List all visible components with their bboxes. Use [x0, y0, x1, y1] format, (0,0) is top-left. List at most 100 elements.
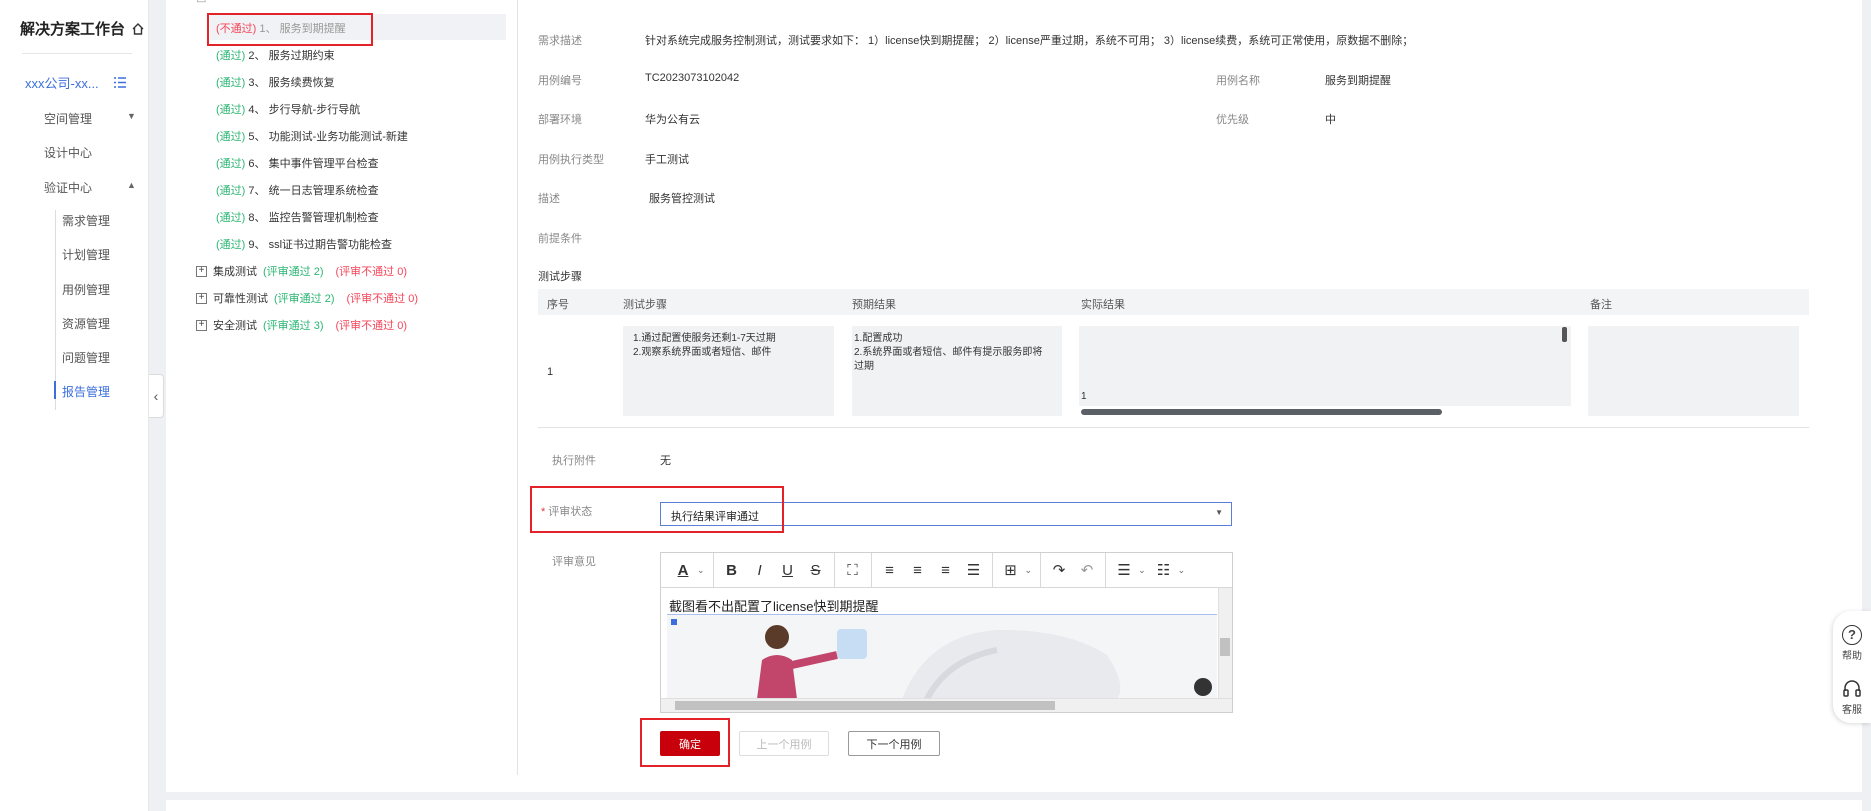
- sidebar-item-space[interactable]: 空间管理: [44, 110, 92, 127]
- tree-group-integration[interactable]: + 集成测试 (评审通过 2) (评审不通过 0): [196, 263, 407, 279]
- expand-icon[interactable]: +: [196, 292, 207, 304]
- bullet-list-icon[interactable]: ☰: [1110, 561, 1138, 579]
- expand-icon[interactable]: +: [196, 319, 207, 331]
- case-name: 9、 ssl证书过期告警功能检查: [248, 239, 393, 251]
- prev-case-button[interactable]: 上一个用例: [739, 731, 829, 756]
- tree-case-2[interactable]: (通过) 2、 服务过期约束: [216, 47, 335, 63]
- customer-service-button[interactable]: 客服: [1833, 679, 1871, 716]
- tree-case-6[interactable]: (通过) 6、 集中事件管理平台检查: [216, 155, 379, 171]
- tree-case-7[interactable]: (通过) 7、 统一日志管理系统检查: [216, 182, 379, 198]
- workspace-title-text: 解决方案工作台: [20, 21, 126, 38]
- sidebar-divider: [22, 53, 132, 54]
- help-label: 帮助: [1842, 651, 1862, 662]
- priority-value: 中: [1325, 114, 1336, 126]
- priority-label: 优先级: [1216, 114, 1249, 126]
- company-name: xxx公司-xx...: [25, 76, 99, 91]
- undo-icon[interactable]: ↶: [1073, 561, 1101, 579]
- active-indicator: [54, 381, 56, 399]
- align-left-icon[interactable]: ≡: [876, 562, 904, 579]
- sidebar-item-resources[interactable]: 资源管理: [62, 315, 110, 332]
- group-failed-count: (评审不通过 0): [335, 320, 408, 332]
- headset-icon: [1843, 680, 1861, 697]
- env-label: 部署环境: [538, 114, 582, 126]
- actual-result-input[interactable]: 1: [1079, 326, 1571, 406]
- editor-horizontal-scrollbar[interactable]: [661, 698, 1232, 712]
- tree-case-9[interactable]: (通过) 9、 ssl证书过期告警功能检查: [216, 236, 392, 252]
- actual-result-vscroll[interactable]: [1562, 327, 1567, 342]
- case-name: 7、 统一日志管理系统检查: [248, 185, 379, 197]
- case-name-label: 用例名称: [1216, 75, 1260, 87]
- step-line: 2.观察系统界面或者短信、邮件: [633, 347, 772, 358]
- fullscreen-icon[interactable]: ⛶: [839, 562, 867, 579]
- tree-case-4[interactable]: (通过) 4、 步行导航-步行导航: [216, 101, 360, 117]
- review-comment-label: 评审意见: [552, 556, 596, 568]
- list-icon[interactable]: [113, 76, 127, 89]
- tree-group-security[interactable]: + 安全测试 (评审通过 3) (评审不通过 0): [196, 317, 407, 333]
- case-name: 2、 服务过期约束: [248, 50, 335, 62]
- chevron-down-icon[interactable]: ⌄: [697, 565, 705, 576]
- strikethrough-icon[interactable]: S: [802, 562, 830, 579]
- editor-vertical-scrollbar[interactable]: [1218, 588, 1232, 698]
- case-name: 6、 集中事件管理平台检查: [248, 158, 379, 170]
- expand-icon[interactable]: +: [196, 265, 207, 277]
- case-name: 4、 步行导航-步行导航: [248, 104, 361, 116]
- bold-icon[interactable]: B: [718, 562, 746, 579]
- tree-case-5[interactable]: (通过) 5、 功能测试-业务功能测试-新建: [216, 128, 408, 144]
- case-status: (通过): [216, 185, 246, 197]
- tree-group-reliability[interactable]: + 可靠性测试 (评审通过 2) (评审不通过 0): [196, 290, 418, 306]
- sidebar-item-design[interactable]: 设计中心: [44, 144, 92, 161]
- underline-icon[interactable]: U: [774, 562, 802, 579]
- attachment-value: 无: [660, 455, 671, 467]
- redo-icon[interactable]: ↷: [1045, 561, 1073, 579]
- expected-cell: 1.配置成功 2.系统界面或者短信、邮件有提示服务即将过期: [852, 326, 1062, 416]
- toolbar-separator: [712, 553, 714, 587]
- home-icon[interactable]: [131, 22, 145, 36]
- sidebar-collapse-button[interactable]: ‹: [149, 374, 164, 418]
- help-button[interactable]: ? 帮助: [1833, 625, 1871, 662]
- service-label: 客服: [1842, 705, 1862, 716]
- group-name: 可靠性测试: [213, 293, 268, 305]
- note-input[interactable]: [1588, 326, 1799, 416]
- company-switcher[interactable]: xxx公司-xx...: [25, 73, 127, 92]
- tree-case-8[interactable]: (通过) 8、 监控告警管理机制检查: [216, 209, 379, 225]
- sidebar-item-verify[interactable]: 验证中心: [44, 179, 92, 196]
- editor-toolbar: A ⌄ B I U S ⛶ ≡ ≡ ≡ ☰ ⊞ ⌄ ↷ ↶ ☰ ⌄ ☷ ⌄: [661, 553, 1232, 588]
- sidebar-item-requirements[interactable]: 需求管理: [62, 212, 110, 229]
- desc-value: 服务管控测试: [649, 193, 715, 205]
- sidebar-item-reports[interactable]: 报告管理: [62, 383, 110, 400]
- chevron-down-icon[interactable]: ⌄: [1025, 565, 1033, 576]
- toolbar-separator: [1105, 553, 1107, 587]
- step-line: 1.通过配置使服务还剩1-7天过期: [633, 333, 776, 344]
- col-header-expected: 预期结果: [852, 299, 896, 311]
- font-color-icon[interactable]: A: [669, 562, 697, 579]
- group-passed-count: (评审通过 3): [263, 320, 324, 332]
- expected-line: 1.配置成功: [854, 333, 903, 344]
- case-no-label: 用例编号: [538, 75, 582, 87]
- case-status: (通过): [216, 131, 246, 143]
- toolbar-separator: [870, 553, 872, 587]
- actual-result-hscroll[interactable]: [1081, 409, 1442, 415]
- numbered-list-icon[interactable]: ☷: [1150, 561, 1178, 579]
- align-center-icon[interactable]: ≡: [904, 562, 932, 579]
- steps-table-header: [538, 289, 1809, 315]
- table-icon[interactable]: ⊞: [997, 561, 1025, 579]
- highlight-box-selected-case: [207, 13, 373, 46]
- sidebar-item-plans[interactable]: 计划管理: [62, 246, 110, 263]
- col-header-steps: 测试步骤: [623, 299, 667, 311]
- italic-icon[interactable]: I: [746, 562, 774, 579]
- editor-horizontal-thumb[interactable]: [675, 701, 1055, 710]
- editor-content-text[interactable]: 截图看不出配置了license快到期提醒: [669, 596, 878, 615]
- sidebar-item-cases[interactable]: 用例管理: [62, 281, 110, 298]
- group-name: 安全测试: [213, 320, 257, 332]
- next-case-button[interactable]: 下一个用例: [848, 731, 940, 756]
- align-justify-icon[interactable]: ☰: [960, 561, 988, 579]
- chevron-down-icon[interactable]: ⌄: [1178, 565, 1186, 576]
- chevron-down-icon[interactable]: ⌄: [1138, 565, 1146, 576]
- chevron-left-icon: ‹: [153, 388, 159, 404]
- align-right-icon[interactable]: ≡: [932, 562, 960, 579]
- rich-text-editor[interactable]: A ⌄ B I U S ⛶ ≡ ≡ ≡ ☰ ⊞ ⌄ ↷ ↶ ☰ ⌄ ☷ ⌄ 截图看不出配…: [660, 552, 1233, 713]
- col-header-note: 备注: [1590, 299, 1612, 311]
- tree-case-3[interactable]: (通过) 3、 服务续费恢复: [216, 74, 335, 90]
- sidebar-item-issues[interactable]: 问题管理: [62, 349, 110, 366]
- editor-vertical-thumb[interactable]: [1220, 638, 1230, 656]
